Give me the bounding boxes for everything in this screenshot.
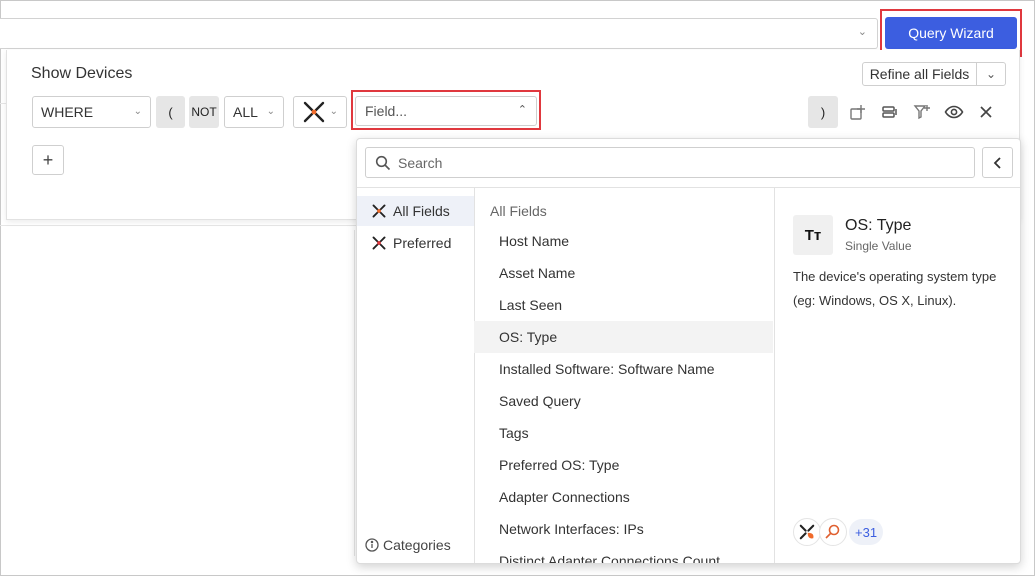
refine-all-fields-button[interactable]: Refine all Fields ⌄ bbox=[862, 62, 1006, 86]
detail-title: OS: Type bbox=[845, 217, 912, 234]
detail-subtitle: Single Value bbox=[845, 239, 912, 253]
divider bbox=[774, 187, 775, 563]
category-label: Preferred bbox=[393, 235, 452, 251]
magnifier-adapter-icon bbox=[819, 518, 847, 546]
search-icon bbox=[375, 155, 391, 174]
close-paren-button[interactable]: ) bbox=[808, 96, 838, 128]
category-preferred[interactable]: Preferred bbox=[357, 228, 474, 258]
category-label: All Fields bbox=[393, 203, 450, 219]
axonius-logo-icon bbox=[294, 99, 327, 125]
field-option[interactable]: Installed Software: Software Name bbox=[474, 353, 773, 385]
field-option[interactable]: Host Name bbox=[474, 225, 773, 257]
collapse-button[interactable] bbox=[982, 147, 1013, 178]
top-query-input[interactable]: ⌄ bbox=[0, 18, 878, 49]
chevron-down-icon: ⌄ bbox=[329, 106, 338, 117]
field-option[interactable]: OS: Type bbox=[474, 321, 773, 353]
search-placeholder: Search bbox=[398, 155, 443, 171]
field-option[interactable]: Preferred OS: Type bbox=[474, 449, 773, 481]
chevron-up-icon: ⌃ bbox=[517, 104, 527, 116]
refine-label: Refine all Fields bbox=[863, 63, 977, 85]
categories-link[interactable]: Categories bbox=[365, 537, 451, 553]
chevron-down-icon: ⌄ bbox=[133, 106, 142, 117]
text-type-icon: Tт bbox=[793, 215, 833, 255]
fields-header: All Fields bbox=[490, 203, 547, 219]
field-option[interactable]: Last Seen bbox=[474, 289, 773, 321]
bg-divider bbox=[354, 230, 355, 556]
close-icon[interactable] bbox=[970, 96, 1002, 128]
adapter-select[interactable]: ⌄ bbox=[293, 96, 347, 128]
row-tools bbox=[842, 96, 1002, 128]
field-option[interactable]: Saved Query bbox=[474, 385, 773, 417]
divider bbox=[357, 187, 1020, 188]
field-search-input[interactable]: Search bbox=[365, 147, 975, 178]
all-select[interactable]: ALL ⌄ bbox=[224, 96, 284, 128]
axonius-adapter-icon bbox=[793, 518, 821, 546]
field-option[interactable]: Tags bbox=[474, 417, 773, 449]
category-all-fields[interactable]: All Fields bbox=[357, 196, 474, 226]
field-dropdown: Search All Fields Preferred Categories A… bbox=[356, 138, 1021, 564]
all-value: ALL bbox=[233, 104, 258, 120]
chevron-down-icon: ⌄ bbox=[266, 106, 275, 117]
field-placeholder: Field... bbox=[365, 103, 408, 119]
panel-title: Show Devices bbox=[31, 65, 133, 82]
detail-description: The device's operating system type (eg: … bbox=[793, 269, 997, 308]
where-select[interactable]: WHERE ⌄ bbox=[32, 96, 151, 128]
info-icon bbox=[365, 538, 379, 552]
field-select[interactable]: Field... ⌃ bbox=[355, 96, 537, 126]
filter-add-icon[interactable] bbox=[906, 96, 938, 128]
categories-label: Categories bbox=[383, 537, 451, 553]
chevron-down-icon[interactable]: ⌄ bbox=[977, 63, 1005, 85]
add-nested-icon[interactable] bbox=[842, 96, 874, 128]
field-option[interactable]: Adapter Connections bbox=[474, 481, 773, 513]
where-value: WHERE bbox=[41, 104, 94, 120]
eye-icon[interactable] bbox=[938, 96, 970, 128]
query-wizard-button[interactable]: Query Wizard bbox=[885, 17, 1017, 49]
bg-divider bbox=[0, 225, 356, 226]
field-option[interactable]: Network Interfaces: IPs bbox=[474, 513, 773, 545]
add-expression-button[interactable]: + bbox=[32, 145, 64, 175]
more-adapters-badge[interactable]: +31 bbox=[849, 519, 884, 545]
not-button[interactable]: NOT bbox=[189, 96, 219, 128]
axonius-logo-icon bbox=[371, 235, 387, 251]
open-paren-button[interactable]: ( bbox=[156, 96, 185, 128]
add-expression-icon[interactable] bbox=[874, 96, 906, 128]
field-option[interactable]: Distinct Adapter Connections Count bbox=[474, 545, 773, 563]
chevron-left-icon bbox=[993, 156, 1001, 169]
field-option[interactable]: Asset Name bbox=[474, 257, 773, 289]
chevron-down-icon[interactable]: ⌄ bbox=[858, 25, 867, 38]
adapter-icons: +31 bbox=[793, 518, 884, 546]
axonius-logo-icon bbox=[371, 203, 387, 219]
